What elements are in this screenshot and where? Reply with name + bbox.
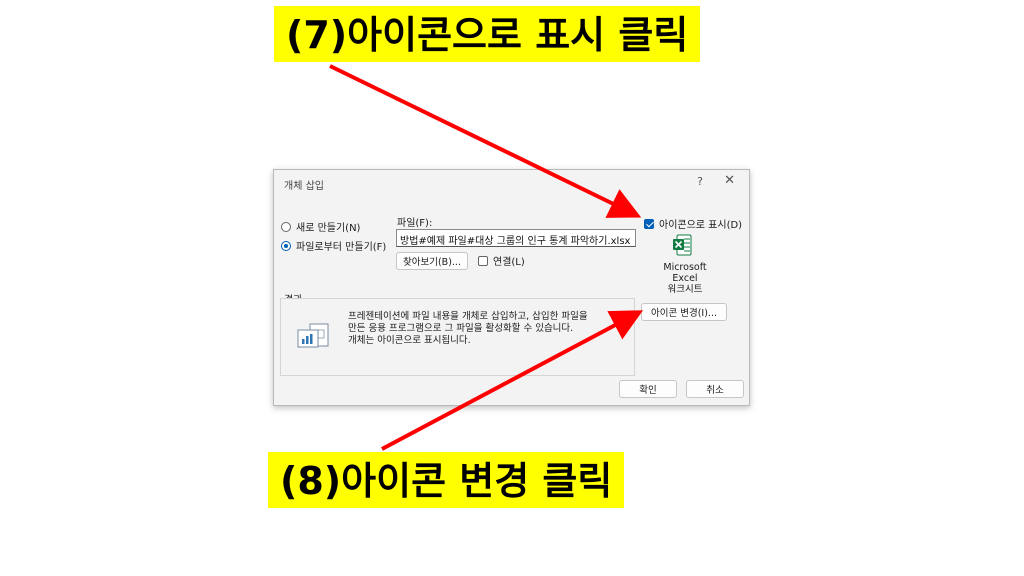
ok-button[interactable]: 확인 bbox=[619, 380, 677, 398]
link-checkbox[interactable]: 연결(L) bbox=[478, 253, 525, 268]
display-as-icon-label: 아이콘으로 표시(D) bbox=[659, 220, 743, 231]
close-button[interactable]: ✕ bbox=[724, 173, 735, 188]
icon-caption-line: Excel bbox=[672, 273, 698, 284]
display-as-icon-checkbox-box[interactable] bbox=[644, 218, 654, 229]
file-label: 파일(F): bbox=[397, 218, 433, 229]
link-checkbox-box[interactable] bbox=[478, 255, 488, 266]
help-button[interactable]: ? bbox=[697, 175, 703, 188]
radio-create-new-circle[interactable] bbox=[281, 221, 291, 232]
icon-caption-line: Microsoft bbox=[663, 262, 707, 273]
callout-step-7: (7)아이콘으로 표시 클릭 bbox=[274, 6, 701, 62]
change-icon-button[interactable]: 아이콘 변경(I)... bbox=[641, 303, 727, 321]
radio-create-from-file-circle[interactable] bbox=[281, 240, 291, 251]
radio-create-new-label: 새로 만들기(N) bbox=[296, 223, 361, 234]
result-line: 만든 응용 프로그램으로 그 파일을 활성화할 수 있습니다. bbox=[348, 323, 574, 334]
link-checkbox-label: 연결(L) bbox=[493, 257, 525, 268]
display-as-icon-checkbox[interactable]: 아이콘으로 표시(D) bbox=[644, 216, 742, 231]
icon-caption: Microsoft Excel 워크시트 bbox=[650, 262, 720, 295]
file-path-input[interactable]: 방법#예제 파일#대상 그룹의 인구 통계 파악하기.xlsx bbox=[396, 229, 636, 247]
result-line: 개체는 아이콘으로 표시됩니다. bbox=[348, 335, 471, 346]
insert-object-dialog: 개체 삽입 ? ✕ 새로 만들기(N) 파일로부터 만들기(F) 파일(F): … bbox=[273, 169, 750, 406]
icon-caption-line: 워크시트 bbox=[667, 284, 703, 295]
radio-create-from-file[interactable]: 파일로부터 만들기(F) bbox=[281, 238, 386, 253]
embedded-object-icon bbox=[297, 323, 329, 348]
callout-step-8: (8)아이콘 변경 클릭 bbox=[268, 452, 625, 508]
radio-create-from-file-label: 파일로부터 만들기(F) bbox=[296, 242, 387, 253]
cancel-button[interactable]: 취소 bbox=[686, 380, 744, 398]
excel-icon bbox=[673, 234, 692, 256]
dialog-title: 개체 삽입 bbox=[284, 181, 324, 192]
result-line: 프레젠테이션에 파일 내용을 개체로 삽입하고, 삽입한 파일을 bbox=[348, 311, 588, 322]
radio-create-new[interactable]: 새로 만들기(N) bbox=[281, 219, 360, 234]
result-description: 프레젠테이션에 파일 내용을 개체로 삽입하고, 삽입한 파일을 만든 응용 프… bbox=[348, 311, 628, 347]
browse-button[interactable]: 찾아보기(B)... bbox=[396, 252, 468, 270]
